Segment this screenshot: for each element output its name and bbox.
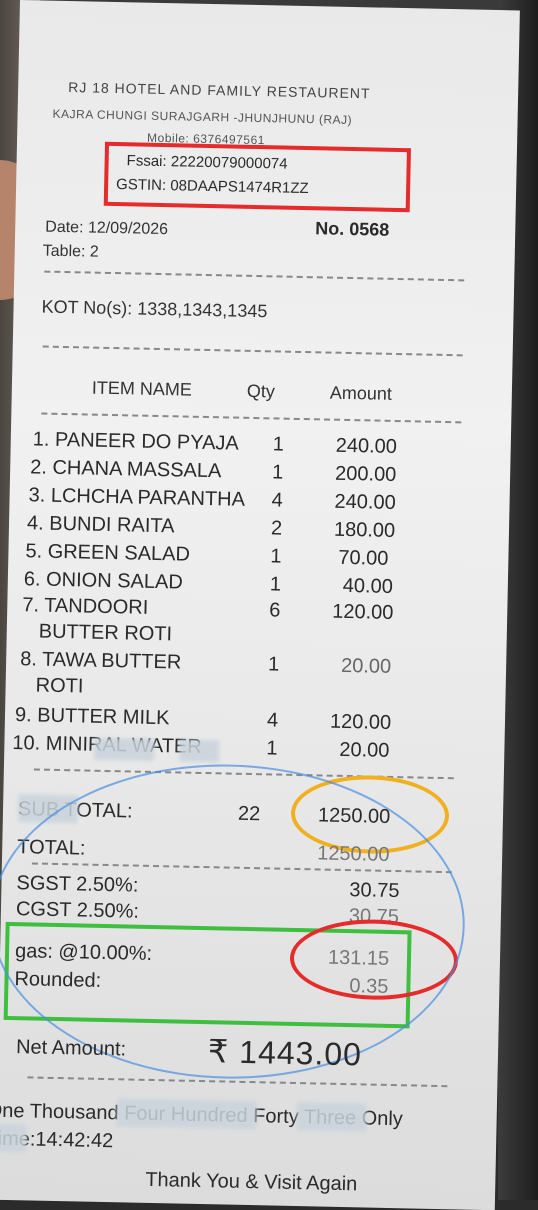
- net-amount-label: Net Amount:: [15, 1036, 127, 1061]
- blur-patch: [179, 739, 220, 763]
- item-name: 1. PANEER DO PYAJA: [32, 428, 239, 455]
- item-qty: 2: [270, 517, 283, 540]
- item-amount: 40.00: [342, 574, 394, 598]
- item-amount: 20.00: [339, 738, 390, 762]
- item-qty: 1: [266, 737, 278, 760]
- item-qty: 1: [271, 461, 284, 484]
- blur-patch: [116, 1098, 257, 1130]
- item-qty: 4: [266, 709, 279, 732]
- net-amount-value: ₹ 1443.00: [207, 1033, 363, 1073]
- item-qty: 4: [271, 489, 283, 512]
- column-amount: Amount: [329, 382, 393, 404]
- item-qty: 1: [272, 433, 285, 456]
- restaurant-address: KAJRA CHUNGI SURAJGARH -JHUNJHUNU (RAJ): [52, 106, 353, 127]
- item-amount: 120.00: [329, 710, 392, 734]
- item-name: 5. GREEN SALAD: [25, 540, 191, 566]
- item-qty: 1: [267, 653, 280, 676]
- item-amount: 180.00: [333, 518, 396, 542]
- item-name: 7. TANDOORI: [22, 594, 149, 619]
- item-amount: 20.00: [340, 654, 392, 678]
- receipt: RJ 18 HOTEL AND FAMILY RESTAURENT KAJRA …: [0, 0, 520, 1210]
- item-name: 3. LCHCHA PARANTHA: [28, 484, 246, 511]
- thank-you-message: Thank You & Visit Again: [145, 1168, 358, 1196]
- item-name: 9. BUTTER MILK: [14, 704, 170, 730]
- item-qty: 1: [270, 545, 282, 568]
- item-name-continued: ROTI: [35, 674, 84, 698]
- divider: [44, 270, 465, 282]
- divider: [41, 412, 462, 424]
- bill-date: Date: 12/09/2026: [45, 218, 169, 239]
- kot-numbers: KOT No(s): 1338,1343,1345: [41, 296, 268, 322]
- item-name: 4. BUNDI RAITA: [26, 512, 175, 538]
- item-name: 2. CHANA MASSALA: [29, 456, 222, 483]
- item-name: 6. ONION SALAD: [23, 568, 184, 594]
- item-amount: 70.00: [338, 546, 389, 570]
- bill-number: No. 0568: [315, 218, 390, 240]
- item-qty: 1: [269, 573, 282, 596]
- column-qty: Qty: [246, 380, 276, 402]
- item-amount: 200.00: [334, 462, 397, 486]
- blur-patch: [296, 1102, 367, 1132]
- blur-patch: [94, 737, 155, 761]
- column-item-name: ITEM NAME: [91, 377, 193, 400]
- item-name-continued: BUTTER ROTI: [38, 620, 173, 646]
- table-number: Table: 2: [42, 242, 99, 261]
- blur-patch: [0, 1123, 27, 1153]
- divider: [42, 345, 463, 357]
- item-amount: 240.00: [335, 434, 398, 458]
- item-amount: 120.00: [332, 600, 394, 624]
- item-name: 8. TAWA BUTTER: [19, 648, 182, 674]
- fssai-gstin-highlight: [103, 141, 411, 213]
- item-qty: 6: [269, 599, 281, 622]
- restaurant-name: RJ 18 HOTEL AND FAMILY RESTAURENT: [68, 79, 371, 102]
- item-amount: 240.00: [334, 490, 396, 514]
